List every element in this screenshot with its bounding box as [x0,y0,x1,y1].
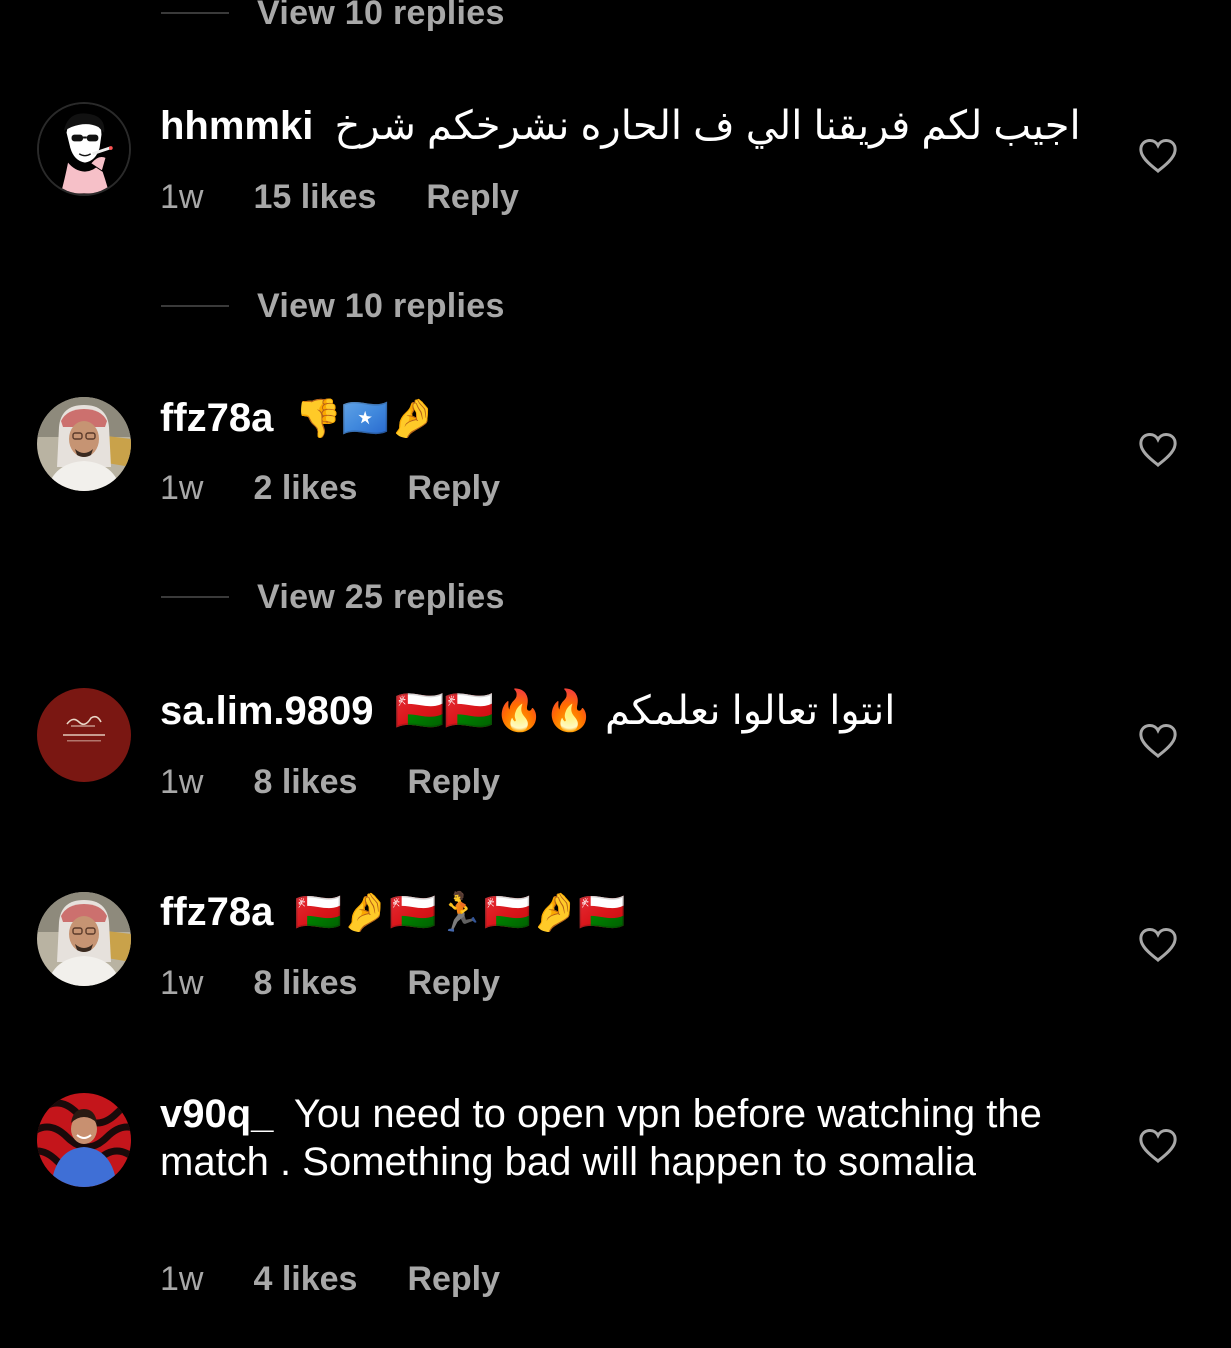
view-replies-button[interactable]: View 25 replies [161,577,505,617]
comment-username[interactable]: ffz78a [160,890,273,934]
view-replies-label: View 10 replies [257,0,505,32]
like-button[interactable] [1138,1128,1178,1164]
comment-likes-count[interactable]: 8 likes [253,964,357,1003]
comment-text: ffz78a 🇴🇲🤌🇴🇲🏃🇴🇲🤌🇴🇲 [160,888,1080,936]
comment-timestamp: 1w [160,1259,204,1298]
comment-likes-count[interactable]: 8 likes [253,763,357,802]
replies-divider-line [161,305,229,307]
comment-body: انتوا تعالوا نعلمكم 🔥🔥🇴🇲🇴🇲 [394,689,896,733]
comment-likes-count[interactable]: 15 likes [253,178,376,217]
comment-body: 🇴🇲🤌🇴🇲🏃🇴🇲🤌🇴🇲 [294,890,626,934]
view-replies-button[interactable]: View 10 replies [161,286,505,326]
avatar[interactable] [37,102,131,196]
comment-timestamp: 1w [160,963,204,1002]
reply-button[interactable]: Reply [407,1260,500,1299]
view-replies-label: View 25 replies [257,577,505,616]
avatar-photo-man-keffiyeh-icon [37,397,131,491]
like-button[interactable] [1138,432,1178,468]
like-button[interactable] [1138,138,1178,174]
comment-username[interactable]: sa.lim.9809 [160,689,374,733]
replies-divider-line [161,12,229,14]
comment-meta: 1w 2 likes Reply [160,466,500,510]
comment-text: hhmmki اجيب لكم فريقنا الي ف الحاره نشرخ… [160,102,1081,150]
comment-timestamp: 1w [160,762,204,801]
comment-body: 👎🇸🇴🤌 [294,396,437,440]
comment-meta: 1w 15 likes Reply [160,175,519,219]
reply-button[interactable]: Reply [426,178,519,217]
reply-button[interactable]: Reply [407,763,500,802]
reply-button[interactable]: Reply [407,469,500,508]
replies-divider-line [161,596,229,598]
view-replies-label: View 10 replies [257,286,505,325]
comment-likes-count[interactable]: 4 likes [253,1260,357,1299]
reply-button[interactable]: Reply [407,964,500,1003]
heart-outline-icon [1139,432,1177,468]
comment-timestamp: 1w [160,177,204,216]
avatar[interactable] [37,1093,131,1187]
comment-timestamp: 1w [160,468,204,507]
comment-text: ffz78a 👎🇸🇴🤌 [160,394,1080,442]
comment-username[interactable]: v90q_ [160,1092,273,1136]
like-button[interactable] [1138,927,1178,963]
avatar-photo-man-keffiyeh-icon [37,892,131,986]
comment-body: اجيب لكم فريقنا الي ف الحاره نشرخكم شرخ [334,104,1081,148]
comment-username[interactable]: hhmmki [160,104,313,148]
comment-meta: 1w 4 likes Reply [160,1257,500,1301]
comment-body: You need to open vpn before watching the… [160,1092,1042,1184]
comment-meta: 1w 8 likes Reply [160,760,500,804]
comment-likes-count[interactable]: 2 likes [253,469,357,508]
comment-meta: 1w 8 likes Reply [160,961,500,1005]
like-button[interactable] [1138,723,1178,759]
comment-text: v90q_ You need to open vpn before watchi… [160,1090,1060,1186]
avatar[interactable] [37,397,131,491]
avatar-sketch-smoking-man-icon [39,104,129,194]
comment-text: sa.lim.9809 انتوا تعالوا نعلمكم 🔥🔥🇴🇲🇴🇲 [160,687,1080,735]
avatar[interactable] [37,892,131,986]
avatar-red-calligraphy-badge-icon [37,688,131,782]
view-replies-button[interactable]: View 10 replies [161,0,505,33]
avatar-photo-man-red-swirl-icon [37,1093,131,1187]
avatar[interactable] [37,688,131,782]
heart-outline-icon [1139,138,1177,174]
heart-outline-icon [1139,927,1177,963]
heart-outline-icon [1139,723,1177,759]
heart-outline-icon [1139,1128,1177,1164]
comment-username[interactable]: ffz78a [160,396,273,440]
